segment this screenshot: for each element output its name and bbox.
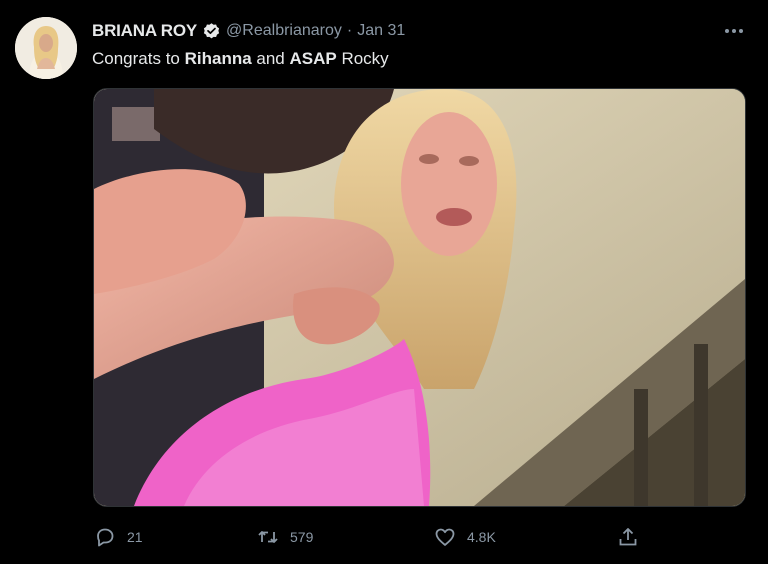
text-name-rihanna: Rihanna bbox=[184, 49, 252, 68]
reply-icon bbox=[97, 528, 114, 547]
separator-dot: · bbox=[346, 22, 353, 39]
author-avatar[interactable] bbox=[15, 17, 77, 79]
tweet-text: Congrats to Rihanna and ASAP Rocky bbox=[92, 49, 389, 69]
avatar-photo bbox=[15, 17, 77, 79]
tweet-header: BRIANA ROY @Realbrianaroy · Jan 31 bbox=[92, 20, 405, 42]
retweet-icon bbox=[258, 531, 278, 543]
tweet-actions: 21 579 4.8K bbox=[93, 524, 653, 550]
text-name-asap: ASAP bbox=[289, 49, 337, 68]
photo-image bbox=[94, 89, 745, 506]
reply-count: 21 bbox=[127, 529, 143, 545]
like-count: 4.8K bbox=[467, 529, 496, 545]
tweet-media-photo[interactable] bbox=[93, 88, 746, 507]
text-prefix: Congrats to bbox=[92, 49, 185, 68]
verified-badge-icon bbox=[202, 22, 221, 41]
share-icon bbox=[619, 528, 637, 546]
reply-button[interactable]: 21 bbox=[93, 524, 143, 550]
retweet-button[interactable]: 579 bbox=[256, 524, 313, 550]
tweet[interactable]: BRIANA ROY @Realbrianaroy · Jan 31 Congr… bbox=[0, 0, 768, 564]
like-button[interactable]: 4.8K bbox=[433, 524, 496, 550]
author-name[interactable]: BRIANA ROY bbox=[92, 21, 197, 41]
retweet-count: 579 bbox=[290, 529, 314, 545]
text-suffix: Rocky bbox=[336, 49, 389, 68]
author-handle[interactable]: @Realbrianaroy bbox=[226, 22, 342, 40]
heart-icon bbox=[435, 528, 455, 546]
share-button[interactable] bbox=[616, 524, 640, 550]
tweet-date[interactable]: Jan 31 bbox=[357, 22, 405, 40]
text-middle: and bbox=[251, 49, 290, 68]
more-options-icon[interactable] bbox=[722, 20, 746, 42]
